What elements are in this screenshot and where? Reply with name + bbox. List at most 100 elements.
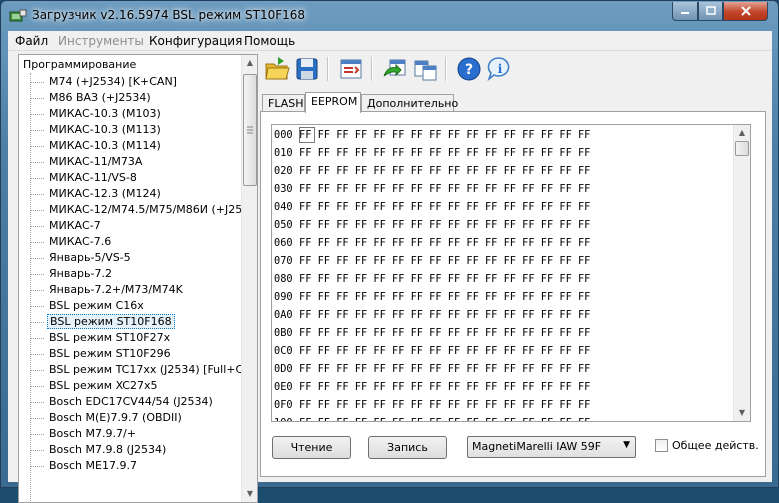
hex-bytes[interactable]: FF FF FF FF FF FF FF FF FF FF FF FF FF F…	[299, 417, 590, 421]
scroll-thumb[interactable]	[243, 74, 257, 186]
tree-item[interactable]: Bosch EDC17CV44/54 (J2534)	[29, 394, 249, 410]
tree-item[interactable]: M74 (+J2534) [K+CAN]	[29, 74, 249, 90]
hex-bytes[interactable]: FF FF FF FF FF FF FF FF FF FF FF FF FF F…	[299, 237, 590, 249]
hex-address: 010	[274, 147, 293, 159]
info-button[interactable]: i	[485, 55, 513, 83]
common-action-checkbox[interactable]	[655, 439, 668, 452]
tree-connector	[30, 82, 44, 83]
close-icon	[740, 6, 751, 16]
scroll-up-arrow-icon[interactable]: ▲	[242, 55, 257, 71]
help-button[interactable]: ?	[455, 55, 483, 83]
ecu-select[interactable]: MagnetiMarelli IAW 59F ▼	[467, 436, 636, 458]
download-button[interactable]	[381, 55, 409, 83]
tree-item-label: МИКАС-10.3 (M113)	[49, 123, 161, 136]
open-button[interactable]	[263, 55, 291, 83]
tree-connector	[30, 434, 44, 435]
menu-file[interactable]: Файл	[15, 34, 48, 48]
tree-item[interactable]: BSL режим C16x	[29, 298, 249, 314]
tab-eeprom[interactable]: EEPROM	[305, 92, 361, 113]
hex-bytes[interactable]: FF FF FF FF FF FF FF FF FF FF FF FF FF F…	[299, 201, 590, 213]
tree-item[interactable]: МИКАС-7.6	[29, 234, 249, 250]
tree-item-label: Январь-7.2+/M73/M74K	[49, 283, 183, 296]
tree-item[interactable]: BSL режим XC27x5	[29, 378, 249, 394]
tree-item[interactable]: МИКАС-10.3 (M113)	[29, 122, 249, 138]
tree-item[interactable]: МИКАС-10.3 (M114)	[29, 138, 249, 154]
hex-bytes[interactable]: FF FF FF FF FF FF FF FF FF FF FF FF FF F…	[299, 309, 590, 321]
hex-bytes[interactable]: FF FF FF FF FF FF FF FF FF FF FF FF FF F…	[299, 327, 590, 339]
scroll-thumb[interactable]	[735, 141, 749, 156]
close-button[interactable]	[723, 2, 768, 21]
hex-bytes[interactable]: FF FF FF FF FF FF FF FF FF FF FF FF FF F…	[299, 291, 590, 303]
tree-item[interactable]: Bosch M(E)7.9.7 (OBDII)	[29, 410, 249, 426]
tree-item[interactable]: МИКАС-12.3 (M124)	[29, 186, 249, 202]
tree-connector	[30, 274, 44, 275]
toolbar: ? i	[263, 53, 772, 85]
device-tree[interactable]: Программирование M74 (+J2534) [K+CAN] M86…	[18, 54, 258, 503]
menu-tools[interactable]: Инструменты	[58, 34, 144, 48]
hex-bytes[interactable]: FF FF FF FF FF FF FF FF FF FF FF FF FF F…	[299, 345, 590, 357]
tab-flash[interactable]: FLASH	[262, 94, 305, 112]
tree-item[interactable]: Январь-7.2	[29, 266, 249, 282]
scroll-up-arrow-icon[interactable]: ▲	[734, 125, 750, 141]
hex-bytes[interactable]: FF FF FF FF FF FF FF FF FF FF FF FF FF F…	[299, 381, 590, 393]
tree-item[interactable]: Bosch M7.9.8 (J2534)	[29, 442, 249, 458]
menu-help[interactable]: Помощь	[244, 34, 295, 48]
tree-connector	[30, 290, 44, 291]
hex-bytes[interactable]: FF FF FF FF FF FF FF FF FF FF FF FF FF F…	[299, 147, 590, 159]
settings-button[interactable]	[337, 55, 365, 83]
tree-connector	[30, 226, 44, 227]
hex-bytes[interactable]: FF FF FF FF FF FF FF FF FF FF FF FF FF F…	[299, 399, 590, 411]
tree-item-label: BSL режим XC27x5	[49, 379, 158, 392]
hex-bytes[interactable]: FF FF FF FF FF FF FF FF FF FF FF FF FF F…	[299, 165, 590, 177]
save-button[interactable]	[293, 55, 321, 83]
write-button[interactable]: Запись	[368, 436, 447, 459]
maximize-button[interactable]	[698, 2, 723, 21]
hex-address: 050	[274, 219, 293, 231]
ecu-select-value: MagnetiMarelli IAW 59F	[472, 440, 602, 453]
copy-button[interactable]	[411, 55, 439, 83]
hex-bytes[interactable]: FF FF FF FF FF FF FF FF FF FF FF FF FF F…	[299, 219, 590, 231]
read-button[interactable]: Чтение	[272, 436, 351, 459]
hex-bytes[interactable]: FF FF FF FF FF FF FF FF FF FF FF FF FF F…	[299, 129, 590, 141]
tree-item[interactable]: МИКАС-7	[29, 218, 249, 234]
chevron-down-icon: ▼	[623, 440, 630, 450]
scroll-down-arrow-icon[interactable]: ▼	[734, 405, 750, 421]
tree-scrollbar[interactable]: ▲ ▼	[241, 55, 257, 502]
tree-root[interactable]: Программирование	[23, 58, 136, 71]
hex-bytes[interactable]: FF FF FF FF FF FF FF FF FF FF FF FF FF F…	[299, 183, 590, 195]
minimize-button[interactable]	[672, 2, 698, 21]
hex-bytes[interactable]: FF FF FF FF FF FF FF FF FF FF FF FF FF F…	[299, 255, 590, 267]
hex-scrollbar[interactable]: ▲ ▼	[733, 125, 750, 421]
tree-item[interactable]: BSL режим ST10F168	[29, 314, 249, 330]
settings-form-icon	[340, 59, 362, 79]
menu-configuration[interactable]: Конфигурация	[149, 34, 242, 48]
download-green-icon	[383, 59, 406, 77]
tab-advanced[interactable]: Дополнительно	[361, 94, 458, 112]
hex-editor[interactable]: 000 FF FF FF FF FF FF FF FF FF FF FF FF F…	[271, 124, 751, 422]
hex-bytes[interactable]: FF FF FF FF FF FF FF FF FF FF FF FF FF F…	[299, 363, 590, 375]
title-bar[interactable]: Загрузчик v2.16.5974 BSL режим ST10F168	[1, 1, 778, 31]
tree-item[interactable]: BSL режим ST10F296	[29, 346, 249, 362]
tree-connector	[30, 258, 44, 259]
tree-connector	[30, 354, 44, 355]
tree-item[interactable]: Январь-5/VS-5	[29, 250, 249, 266]
tree-item[interactable]: МИКАС-12/M74.5/M75/M86И (+J2534)	[29, 202, 257, 218]
tree-item[interactable]: Январь-7.2+/M73/M74K	[29, 282, 249, 298]
hex-bytes[interactable]: FF FF FF FF FF FF FF FF FF FF FF FF FF F…	[299, 273, 590, 285]
tree-item[interactable]: МИКАС-11/M73A	[29, 154, 249, 170]
tree-item[interactable]: BSL режим ST10F27x	[29, 330, 249, 346]
tree-item[interactable]: МИКАС-11/VS-8	[29, 170, 249, 186]
hex-address: 0B0	[274, 327, 293, 339]
tree-item-label: МИКАС-7.6	[49, 235, 112, 248]
app-icon	[9, 9, 27, 22]
scroll-down-arrow-icon[interactable]: ▼	[242, 486, 257, 502]
tree-item[interactable]: МИКАС-10.3 (M103)	[29, 106, 249, 122]
tree-item[interactable]: BSL режим TC17xx (J2534) [Full+CS]	[29, 362, 254, 378]
save-disk-icon	[296, 58, 318, 80]
tree-connector	[30, 306, 44, 307]
tree-item[interactable]: M86 ВАЗ (+J2534)	[29, 90, 249, 106]
tree-item[interactable]: Bosch M7.9.7/+	[29, 426, 249, 442]
tree-item[interactable]: Bosch ME17.9.7	[29, 458, 249, 474]
toolbar-separator	[371, 57, 373, 81]
tree-item-label: МИКАС-10.3 (M103)	[49, 107, 161, 120]
